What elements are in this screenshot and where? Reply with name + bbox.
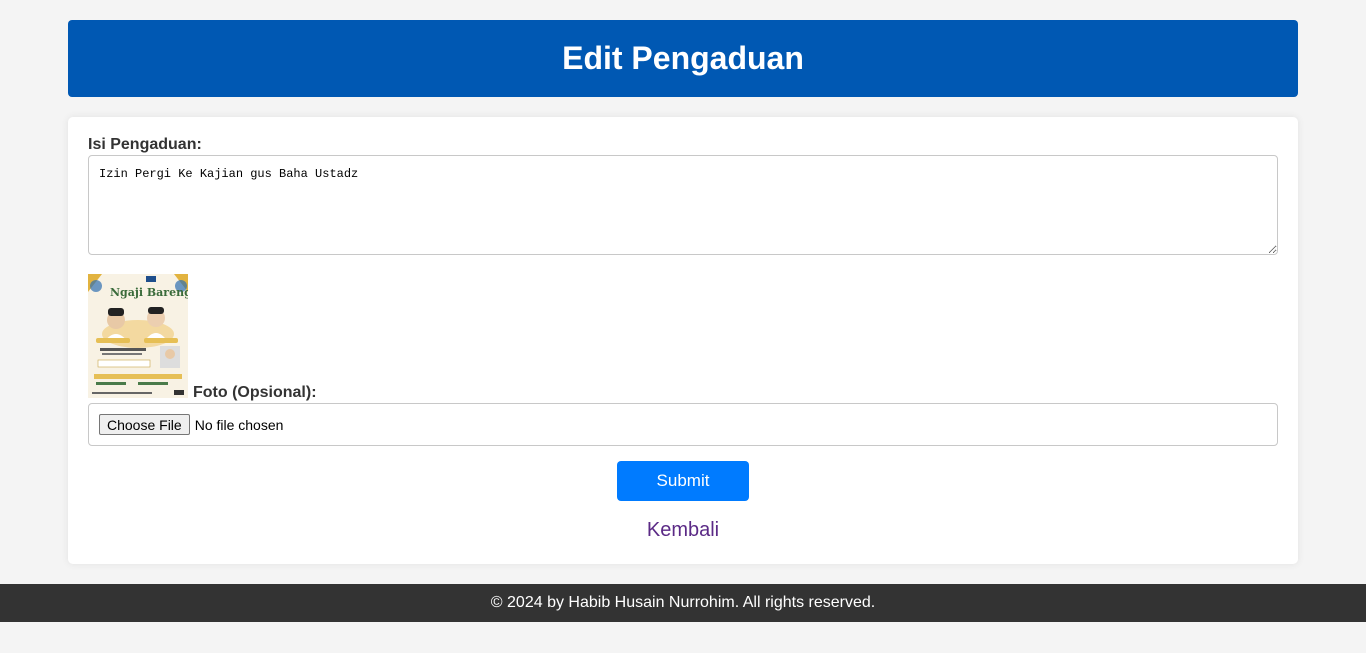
foto-file-input[interactable]: Choose File No file chosen	[88, 403, 1278, 446]
edit-form: Isi Pengaduan: Izin Pergi Ke Kajian gus …	[68, 117, 1298, 564]
isi-pengaduan-textarea[interactable]: Izin Pergi Ke Kajian gus Baha Ustadz	[88, 155, 1278, 255]
poster-title: Ngaji Bareng	[110, 286, 188, 299]
current-photo-thumbnail: Ngaji Bareng	[88, 274, 188, 398]
submit-button[interactable]: Submit	[617, 461, 749, 501]
file-status-text: No file chosen	[194, 416, 284, 433]
page-header: Edit Pengaduan	[68, 20, 1298, 97]
kembali-link[interactable]: Kembali	[68, 519, 1298, 542]
copyright-text: © 2024 by Habib Husain Nurrohim. All rig…	[490, 594, 876, 611]
page-title: Edit Pengaduan	[562, 40, 804, 76]
poster-image: Ngaji Bareng	[88, 274, 188, 398]
choose-file-button[interactable]: Choose File	[99, 414, 190, 435]
foto-label: Foto (Opsional):	[193, 384, 317, 401]
isi-pengaduan-label: Isi Pengaduan:	[88, 136, 202, 153]
footer: © 2024 by Habib Husain Nurrohim. All rig…	[0, 584, 1366, 622]
